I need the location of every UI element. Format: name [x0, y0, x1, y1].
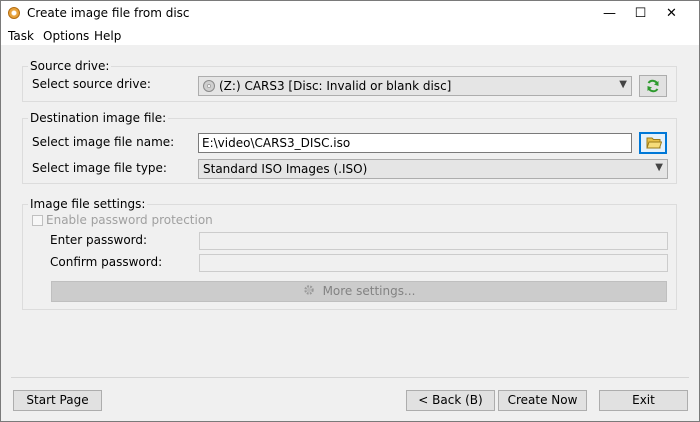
- password-checkbox[interactable]: [32, 215, 43, 226]
- source-drive-select[interactable]: (Z:) CARS3 [Disc: Invalid or blank disc]…: [198, 76, 632, 96]
- exit-button[interactable]: Exit: [599, 390, 688, 411]
- image-name-label: Select image file name:: [32, 135, 175, 149]
- refresh-icon: [646, 79, 660, 93]
- image-name-field[interactable]: [198, 133, 632, 153]
- chevron-down-icon: ▼: [619, 79, 627, 90]
- create-now-button[interactable]: Create Now: [498, 390, 587, 411]
- password-checkbox-label: Enable password protection: [46, 213, 213, 227]
- image-settings-legend: Image file settings:: [28, 197, 148, 211]
- back-button[interactable]: < Back (B): [406, 390, 495, 411]
- chevron-down-icon: ▼: [655, 162, 663, 173]
- source-drive-value: (Z:) CARS3 [Disc: Invalid or blank disc]: [219, 79, 452, 93]
- source-drive-label: Select source drive:: [32, 77, 151, 91]
- create-image-window: Create image file from disc — ☐ ✕ Task O…: [0, 0, 700, 422]
- destination-legend: Destination image file:: [28, 111, 169, 125]
- menu-help[interactable]: Help: [94, 29, 121, 43]
- window-title: Create image file from disc: [27, 6, 190, 20]
- browse-folder-button[interactable]: [639, 132, 667, 154]
- menu-options[interactable]: Options: [43, 29, 89, 43]
- menu-bar: Task Options Help: [1, 27, 699, 45]
- title-bar: Create image file from disc — ☐ ✕: [1, 1, 699, 27]
- more-settings-label: More settings...: [322, 284, 416, 298]
- footer-separator: [11, 377, 689, 378]
- menu-task[interactable]: Task: [8, 29, 34, 43]
- more-settings-button[interactable]: More settings...: [51, 281, 667, 302]
- folder-open-icon: [646, 136, 662, 150]
- image-type-label: Select image file type:: [32, 161, 167, 175]
- refresh-button[interactable]: [639, 75, 667, 97]
- source-drive-legend: Source drive:: [28, 59, 112, 73]
- disc-drive-icon: [203, 80, 215, 92]
- disc-icon: [8, 7, 20, 19]
- confirm-password-label: Confirm password:: [50, 255, 163, 269]
- enter-password-field[interactable]: [199, 232, 668, 250]
- enter-password-label: Enter password:: [50, 233, 148, 247]
- start-page-button[interactable]: Start Page: [13, 390, 102, 411]
- confirm-password-field[interactable]: [199, 254, 668, 272]
- image-type-value: Standard ISO Images (.ISO): [203, 162, 368, 176]
- close-button[interactable]: ✕: [649, 1, 694, 27]
- gear-icon: [303, 284, 315, 296]
- image-type-select[interactable]: Standard ISO Images (.ISO) ▼: [198, 159, 668, 179]
- image-name-input[interactable]: [199, 134, 631, 152]
